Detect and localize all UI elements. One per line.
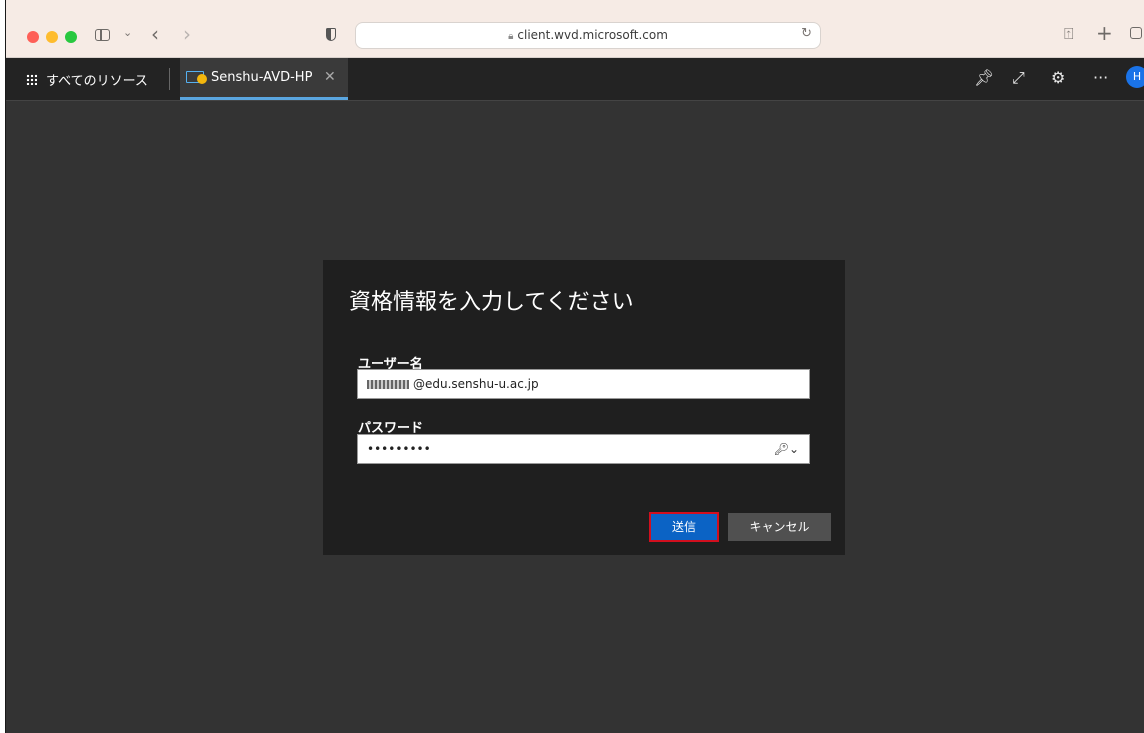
fullscreen-icon[interactable]: ⤢ [1012, 68, 1025, 88]
zoom-window-button[interactable] [65, 31, 77, 43]
tab-label: Senshu-AVD-HP [211, 70, 313, 85]
username-value: @edu.senshu-u.ac.jp [413, 377, 539, 391]
reload-icon[interactable]: ↻ [801, 26, 812, 41]
minimize-window-button[interactable] [46, 31, 58, 43]
close-icon[interactable]: ✕ [324, 69, 336, 85]
gear-icon[interactable]: ⚙ [1051, 68, 1065, 87]
cancel-button[interactable]: キャンセル [728, 513, 831, 541]
lock-icon: 🔒︎ [508, 31, 514, 42]
more-icon[interactable]: ··· [1093, 68, 1108, 87]
privacy-shield-icon[interactable] [326, 28, 336, 41]
all-resources-button[interactable]: すべてのリソース [26, 58, 148, 100]
chevron-down-icon[interactable]: ⌄ [123, 26, 132, 39]
avd-toolbar: すべてのリソース Senshu-AVD-HP ✕ 📌︎ ⤢ ⚙ ··· H [6, 58, 1144, 101]
pin-icon[interactable]: 📌︎ [974, 68, 994, 87]
all-resources-label: すべてのリソース [46, 73, 148, 89]
key-icon[interactable]: 🔑︎⌄ [774, 442, 799, 456]
password-field[interactable]: ••••••••• 🔑︎⌄ [357, 434, 810, 464]
close-window-button[interactable] [27, 31, 39, 43]
share-icon[interactable]: ⍐ [1064, 24, 1074, 44]
address-bar[interactable]: 🔒︎ client.wvd.microsoft.com ↻ [355, 22, 821, 49]
url-text: client.wvd.microsoft.com [517, 28, 668, 42]
username-field[interactable]: @edu.senshu-u.ac.jp [357, 369, 810, 399]
forward-icon[interactable]: › [183, 22, 191, 46]
new-tab-icon[interactable]: + [1096, 21, 1113, 45]
password-value: ••••••••• [367, 442, 431, 456]
tab-overview-icon[interactable] [1130, 27, 1142, 39]
safari-toolbar: ⌄ ‹ › 🔒︎ client.wvd.microsoft.com ↻ ⍐ + [6, 0, 1144, 58]
active-tab-indicator [180, 97, 348, 100]
divider [169, 68, 170, 90]
dialog-title: 資格情報を入力してください [349, 290, 634, 315]
credentials-dialog: 資格情報を入力してください ユーザー名 @edu.senshu-u.ac.jp … [323, 260, 845, 555]
warning-badge-icon [197, 74, 207, 84]
tab-senshu-avd-hp[interactable]: Senshu-AVD-HP ✕ [180, 58, 348, 100]
redacted-username [367, 380, 409, 389]
avatar[interactable]: H [1126, 66, 1144, 88]
submit-button[interactable]: 送信 [649, 512, 719, 542]
sidebar-icon[interactable] [95, 29, 110, 41]
browser-window: ⌄ ‹ › 🔒︎ client.wvd.microsoft.com ↻ ⍐ + す… [5, 0, 1144, 733]
back-icon[interactable]: ‹ [151, 22, 159, 46]
grid-icon [26, 73, 37, 85]
